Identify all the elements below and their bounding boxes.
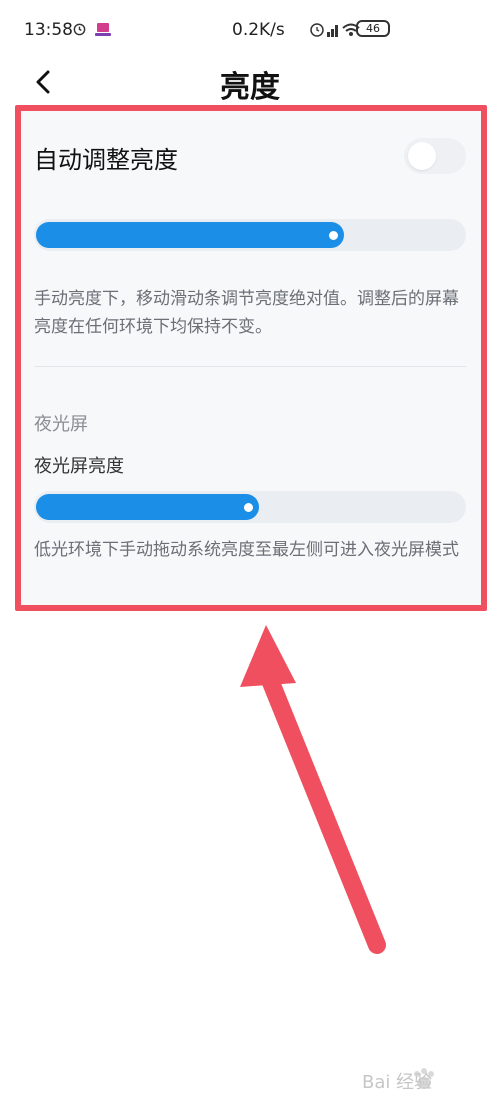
watermark-logo: Bai 经验 [362,1068,434,1093]
highlight-box [15,105,487,611]
battery-indicator: 46 [356,20,390,37]
annotation-arrow-icon [240,625,386,954]
app-notification-icon [95,23,111,36]
status-time: 13:58 [24,20,73,40]
network-speed: 0.2K/s [232,20,285,40]
alarm-icon [73,23,86,36]
svg-text:Bai 经验: Bai 经验 [362,1072,432,1093]
status-bar: 13:58 0.2K/s 46 [0,0,500,58]
page-title: 亮度 [220,70,280,105]
